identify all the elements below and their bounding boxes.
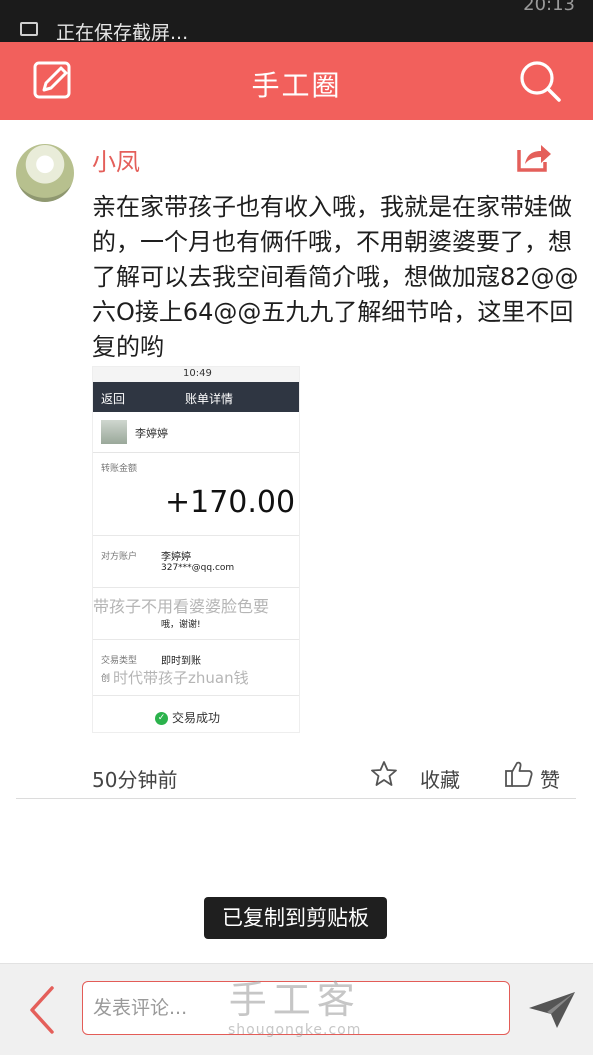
status-clock: 20:13 <box>523 0 575 15</box>
image-status-time: 10:49 <box>183 368 212 379</box>
star-icon <box>371 761 397 786</box>
like-label[interactable]: 赞 <box>540 764 560 793</box>
image-divider <box>93 535 299 536</box>
image-divider <box>93 587 299 588</box>
notification-text: 正在保存截屏... <box>56 22 189 44</box>
success-status: ✓ 交易成功 <box>155 709 220 726</box>
toast-message: 已复制到剪贴板 <box>204 897 387 939</box>
chevron-left-icon <box>30 986 54 1034</box>
account-label: 对方账户 <box>101 552 138 562</box>
back-button[interactable] <box>26 984 58 1036</box>
image-header: 返回 账单详情 <box>93 382 299 412</box>
search-button[interactable] <box>517 58 563 104</box>
share-icon <box>517 145 551 172</box>
image-divider <box>93 639 299 640</box>
transfer-amount: +170.00 <box>165 485 296 520</box>
search-icon <box>520 61 561 102</box>
favorite-button[interactable] <box>370 760 398 792</box>
account-email: 327***@qq.com <box>161 563 235 573</box>
comment-input[interactable] <box>82 981 510 1035</box>
image-watermark: 带孩子不用看婆婆脸色要 <box>93 597 270 616</box>
thumbs-up-icon <box>505 761 533 787</box>
send-button[interactable] <box>527 990 577 1030</box>
type-value: 即时到账 <box>161 656 201 667</box>
avatar[interactable] <box>16 144 74 202</box>
post-divider <box>16 798 576 799</box>
post-time: 50分钟前 <box>92 768 178 792</box>
success-text: 交易成功 <box>172 711 221 725</box>
check-icon: ✓ <box>155 712 168 725</box>
thanks-text: 哦，谢谢! <box>161 620 201 630</box>
page-title: 手工圈 <box>251 69 342 102</box>
payer-thumbnail <box>101 420 127 444</box>
create-label: 创 <box>101 674 111 684</box>
image-status-bar: 10:49 <box>93 367 299 382</box>
amount-label: 转账金额 <box>101 464 138 474</box>
favorite-label[interactable]: 收藏 <box>420 764 460 793</box>
image-watermark: 时代带孩子zhuan钱 <box>113 669 249 687</box>
post-text: 亲在家带孩子也有收入哦，我就是在家带娃做的，一个月也有俩仟哦，不用朝婆婆要了，想… <box>92 193 579 361</box>
comment-bar: 手工客 shougongke.com <box>0 963 593 1055</box>
post-username[interactable]: 小凤 <box>92 142 140 177</box>
post-image[interactable]: 10:49 返回 账单详情 李婷婷 转账金额 +170.00 对方账户 李婷婷 … <box>92 366 300 733</box>
image-back-label: 返回 <box>101 392 126 406</box>
app-header: 手工圈 <box>0 42 593 120</box>
image-divider <box>93 695 299 696</box>
share-button[interactable] <box>515 140 553 174</box>
like-button[interactable] <box>504 760 534 792</box>
image-title: 账单详情 <box>185 392 234 406</box>
account-name: 李婷婷 <box>161 552 191 563</box>
post-meta: 50分钟前 收藏 赞 <box>0 758 593 798</box>
image-notification-icon <box>20 22 38 36</box>
payer-name: 李婷婷 <box>135 427 168 440</box>
send-icon <box>529 992 575 1028</box>
type-label: 交易类型 <box>101 656 138 666</box>
image-payer-row: 李婷婷 <box>93 412 299 453</box>
status-bar: 正在保存截屏... 20:13 <box>0 0 593 44</box>
